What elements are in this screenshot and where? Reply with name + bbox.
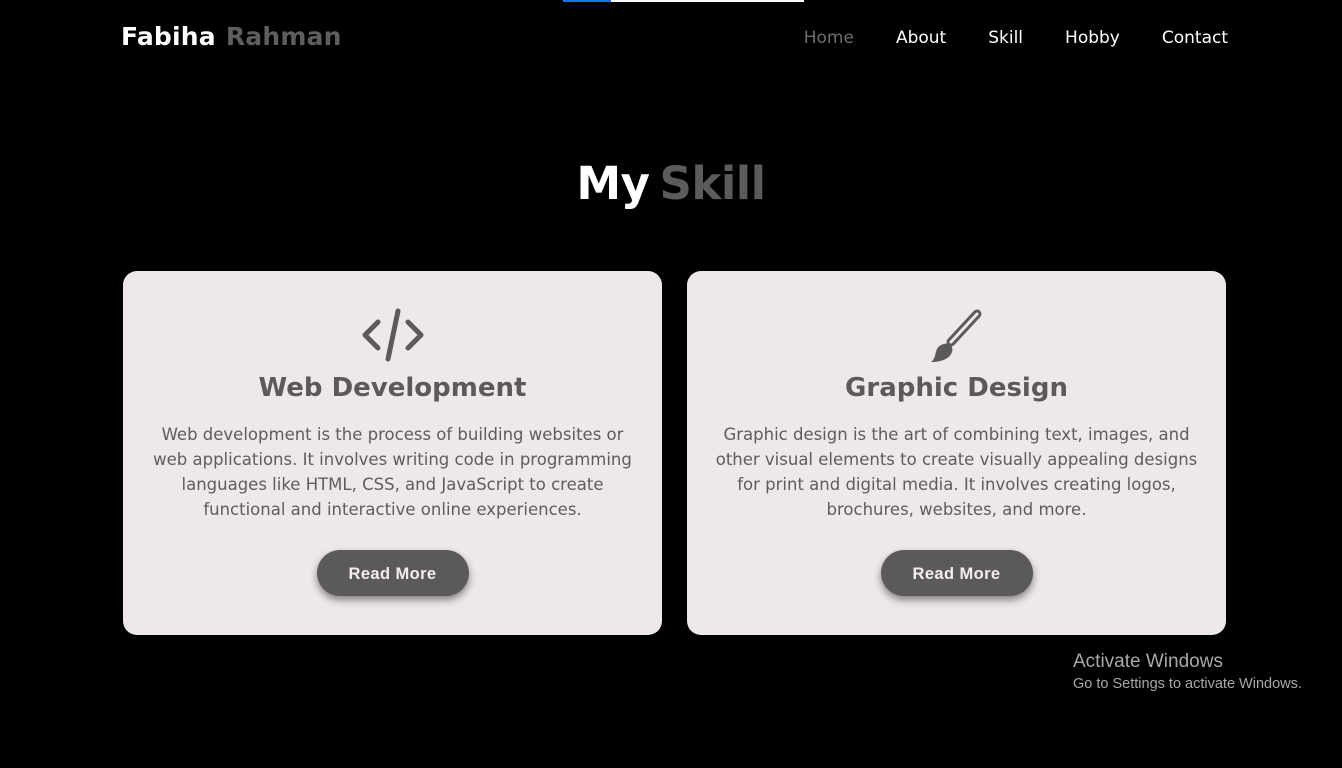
loading-progress-fill [563,0,612,2]
nav-link-contact[interactable]: Contact [1162,28,1228,48]
page: Fabiha Rahman Home About Skill Hobby Cont… [0,0,1342,768]
paintbrush-icon [925,307,989,365]
read-more-button[interactable]: Read More [316,550,469,596]
code-icon [361,307,425,365]
brand-last-name: Rahman [225,22,342,51]
brand-logo[interactable]: Fabiha Rahman [121,22,342,51]
nav-link-skill[interactable]: Skill [988,28,1023,48]
nav-link-home[interactable]: Home [804,28,854,48]
card-title: Graphic Design [845,373,1068,403]
watermark-subtitle: Go to Settings to activate Windows. [1073,676,1302,692]
section-title-part1: My [576,157,650,210]
loading-progress-bar [563,0,804,2]
section-title: My Skill [0,157,1342,210]
card-title: Web Development [258,373,527,403]
watermark-title: Activate Windows [1073,651,1223,672]
brand-first-name: Fabiha [121,22,216,51]
main-nav: Home About Skill Hobby Contact [762,28,1228,48]
skill-card-web-development: Web Development Web development is the p… [123,271,662,635]
windows-activation-watermark: Activate Windows Go to Settings to activ… [1073,651,1302,692]
card-description: Web development is the process of buildi… [153,425,632,519]
nav-link-about[interactable]: About [896,28,946,48]
nav-link-hobby[interactable]: Hobby [1065,28,1120,48]
skill-card-graphic-design: Graphic Design Graphic design is the art… [687,271,1226,635]
section-title-part2: Skill [659,157,767,210]
card-description: Graphic design is the art of combining t… [715,425,1198,519]
read-more-button[interactable]: Read More [880,550,1033,596]
